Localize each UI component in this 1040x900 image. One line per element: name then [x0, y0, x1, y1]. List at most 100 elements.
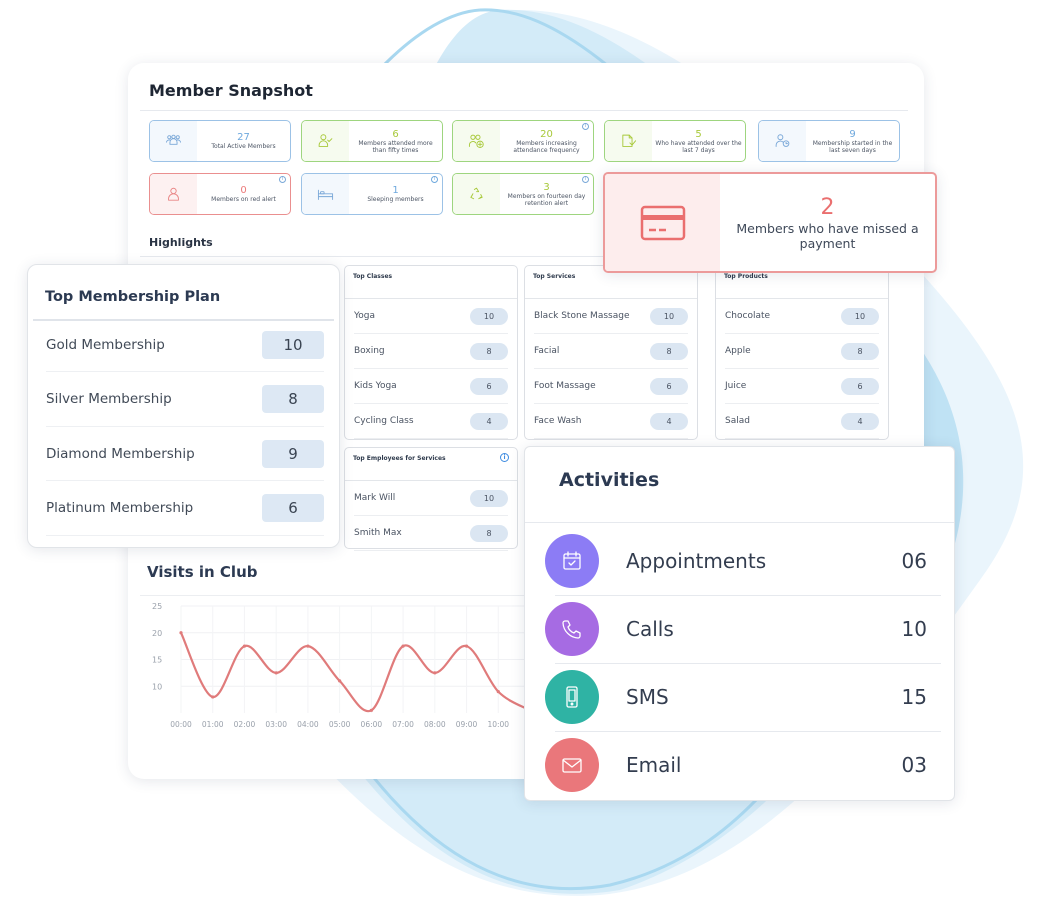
plan-row[interactable]: Silver Membership 8: [46, 373, 324, 427]
item-count-badge: 10: [841, 307, 879, 325]
item-label: Cycling Class: [354, 416, 414, 426]
page-title: Member Snapshot: [149, 81, 313, 100]
activity-row[interactable]: Calls 10: [545, 595, 941, 663]
top-products-list: Chocolate 10 Apple 8 Juice 6 Salad 4: [716, 299, 888, 439]
plan-row[interactable]: Diamond Membership 9: [46, 427, 324, 481]
users-group-icon: [165, 134, 182, 145]
activity-row[interactable]: Appointments 06: [545, 527, 941, 595]
info-icon[interactable]: i: [279, 176, 286, 183]
info-icon[interactable]: i: [431, 176, 438, 183]
stat-value: 9: [849, 128, 856, 140]
item-count-badge: 8: [650, 342, 688, 360]
card-title-text: Top Employees for Services: [353, 455, 446, 462]
top-classes-card: Top Classes Yoga 10 Boxing 8 Kids Yoga 6 Cy…: [344, 265, 518, 440]
stat-card[interactable]: 3 Members on fourteen day retention aler…: [452, 173, 594, 215]
activity-icon-circle: [545, 738, 599, 792]
calendar-check-icon: [563, 551, 581, 570]
data-point: [401, 644, 405, 648]
file-check-icon: [622, 134, 637, 147]
stat-text: 9 Membership started in the last seven d…: [806, 121, 899, 161]
list-item[interactable]: Face Wash 4: [534, 404, 688, 439]
stat-card[interactable]: 6 Members attended more than fifty times: [301, 120, 443, 162]
stat-card[interactable]: 0 Members on red alert i: [149, 173, 291, 215]
top-employees-list: Mark Will 10 Smith Max 8: [345, 481, 517, 551]
stat-value: 6: [392, 128, 399, 140]
stat-card[interactable]: 9 Membership started in the last seven d…: [758, 120, 900, 162]
top-employees-card: Top Employees for Services i Mark Will 1…: [344, 447, 518, 551]
item-label: Smith Max: [354, 528, 402, 538]
stat-label: Sleeping members: [367, 196, 424, 203]
x-tick-label: 06:00: [361, 720, 383, 729]
item-label: Chocolate: [725, 311, 771, 321]
item-label: Facial: [534, 346, 560, 356]
stat-value: 3: [543, 181, 550, 193]
list-item[interactable]: Salad 4: [725, 404, 879, 439]
list-item[interactable]: Foot Massage 6: [534, 369, 688, 404]
x-tick-label: 10:00: [487, 720, 509, 729]
list-item[interactable]: Juice 6: [725, 369, 879, 404]
card-title: Top Membership Plan: [45, 289, 221, 305]
activity-icon-circle: [545, 670, 599, 724]
stat-card[interactable]: 5 Who have attended over the last 7 days: [604, 120, 746, 162]
x-tick-label: 08:00: [424, 720, 446, 729]
missed-payment-label: Members who have missed a payment: [736, 220, 919, 251]
user-check-icon: [318, 133, 333, 147]
stat-card[interactable]: 1 Sleeping members i: [301, 173, 443, 215]
item-count-badge: 10: [470, 489, 508, 507]
phone-icon: [562, 620, 581, 639]
data-point: [179, 631, 183, 635]
list-item[interactable]: Facial 8: [534, 334, 688, 369]
list-item[interactable]: Mark Will 10: [354, 481, 508, 516]
list-item[interactable]: Apple 8: [725, 334, 879, 369]
item-count-badge: 8: [841, 342, 879, 360]
item-label: Face Wash: [534, 416, 582, 426]
stat-label: Who have attended over the last 7 days: [655, 139, 742, 154]
x-tick-label: 04:00: [297, 720, 319, 729]
plan-name: Diamond Membership: [46, 445, 195, 462]
activity-count: 15: [901, 685, 927, 709]
series-line-visits: [180, 632, 530, 713]
item-label: Boxing: [354, 346, 385, 356]
stat-label: Members on fourteen day retention alert: [507, 192, 586, 207]
list-item[interactable]: Kids Yoga 6: [354, 369, 508, 404]
top-services-card: Top Services Black Stone Massage 10 Facia…: [524, 265, 698, 440]
data-point: [274, 671, 278, 675]
stat-text: 5 Who have attended over the last 7 days: [652, 121, 745, 161]
item-count-badge: 6: [470, 377, 508, 395]
info-icon[interactable]: i: [582, 176, 589, 183]
list-item[interactable]: Yoga 10: [354, 299, 508, 334]
activity-row[interactable]: Email 03: [545, 731, 941, 799]
stat-card[interactable]: 27 Total Active Members: [149, 120, 291, 162]
stat-card[interactable]: 20 Members increasing attendance frequen…: [452, 120, 594, 162]
info-icon[interactable]: i: [582, 123, 589, 130]
activity-row[interactable]: SMS 15: [545, 663, 941, 731]
item-count-badge: 6: [841, 377, 879, 395]
y-tick-label: 25: [152, 602, 162, 611]
info-icon[interactable]: i: [500, 453, 509, 462]
activity-icon-circle: [545, 534, 599, 588]
data-point: [464, 644, 469, 648]
stat-text: 3 Members on fourteen day retention aler…: [500, 174, 593, 214]
stat-icon-panel: [605, 121, 652, 161]
icon-panel: [605, 174, 720, 271]
x-tick-label: 05:00: [329, 720, 351, 729]
activity-count: 10: [901, 617, 927, 641]
visits-chart-title: Visits in Club: [147, 563, 258, 581]
list-item[interactable]: Chocolate 10: [725, 299, 879, 334]
list-item[interactable]: Smith Max 8: [354, 516, 508, 551]
stat-value: 5: [695, 128, 702, 140]
list-item[interactable]: Black Stone Massage 10: [534, 299, 688, 334]
plan-row[interactable]: Platinum Membership 6: [46, 482, 324, 536]
plan-row[interactable]: Gold Membership 10: [46, 318, 324, 372]
missed-payment-card[interactable]: 2 Members who have missed a payment: [603, 172, 937, 273]
activity-label: Calls: [626, 617, 674, 641]
y-tick-label: 20: [152, 629, 162, 638]
stat-icon-panel: [759, 121, 806, 161]
list-item[interactable]: Cycling Class 4: [354, 404, 508, 439]
missed-payment-count: 2: [820, 194, 835, 220]
list-item[interactable]: Boxing 8: [354, 334, 508, 369]
divider: [525, 522, 954, 523]
item-label: Black Stone Massage: [534, 311, 630, 321]
item-count-badge: 6: [650, 377, 688, 395]
data-point: [242, 644, 247, 648]
